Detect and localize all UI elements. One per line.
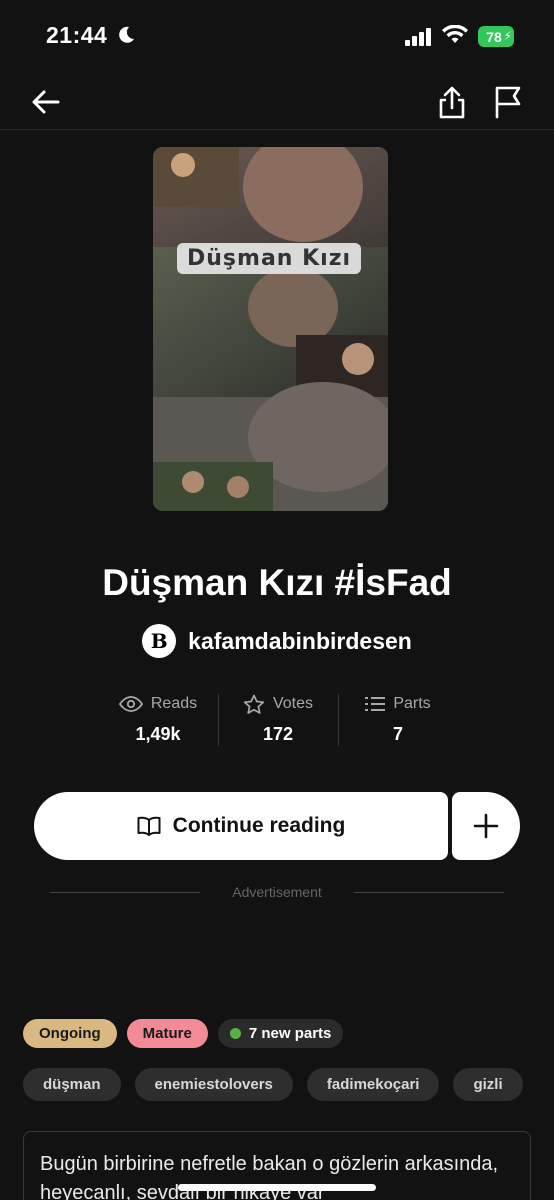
advertisement-divider: Advertisement [50, 884, 505, 900]
author-link[interactable]: B kafamdabinbirdesen [0, 624, 554, 658]
stat-label: Parts [393, 695, 431, 712]
stat-label: Reads [150, 695, 198, 712]
cover-title-text: Düşman Kızı [177, 243, 362, 274]
continue-reading-button[interactable]: Continue reading [34, 792, 448, 860]
story-badges: Ongoing Mature 7 new parts [23, 1019, 344, 1048]
story-title: Düşman Kızı #İsFad [102, 562, 452, 603]
new-parts-label: 7 new parts [248, 1025, 332, 1042]
share-button[interactable] [430, 80, 474, 124]
story-stats: Reads 1,49k Votes 172 Parts 7 [98, 690, 458, 750]
add-to-library-button[interactable] [452, 792, 520, 860]
advertisement-label: Advertisement [232, 884, 322, 900]
stat-value: 1,49k [135, 724, 181, 744]
nav-bar [0, 72, 554, 130]
tag-chip[interactable]: düşman [23, 1068, 121, 1101]
star-icon [243, 694, 265, 714]
tag-chip[interactable]: gizli [453, 1068, 523, 1101]
stat-label: Votes [272, 695, 314, 712]
divider-line [353, 891, 505, 893]
cover-artwork [153, 147, 388, 511]
stat-reads: Reads 1,49k [98, 690, 218, 750]
tag-list: düşman enemiestolovers fadimekoçari gizl… [23, 1068, 554, 1101]
home-indicator [178, 1184, 376, 1191]
tag-chip[interactable]: fadimekoçari [306, 1068, 440, 1101]
continue-reading-label: Continue reading [172, 814, 346, 837]
mature-badge: Mature [126, 1019, 208, 1048]
share-icon [439, 86, 465, 119]
moon-icon [119, 26, 134, 43]
new-parts-badge: 7 new parts [217, 1019, 344, 1048]
status-time: 21:44 [46, 22, 108, 48]
green-dot-icon [229, 1028, 241, 1039]
stat-value: 7 [392, 724, 403, 744]
plus-icon [473, 813, 499, 839]
status-bar: 21:44 78 ⚡ [0, 0, 554, 72]
report-button[interactable] [486, 80, 530, 124]
arrow-left-icon [32, 90, 60, 114]
list-icon [365, 697, 386, 711]
stat-votes: Votes 172 [218, 690, 338, 750]
wifi-icon [442, 25, 468, 43]
charging-bolt-icon: ⚡ [503, 29, 512, 43]
battery-indicator: 78 ⚡ [478, 26, 514, 47]
signal-icon [405, 28, 431, 46]
divider-line [50, 891, 201, 893]
flag-icon [495, 86, 521, 119]
status-badge: Ongoing [23, 1019, 117, 1048]
stat-parts: Parts 7 [338, 690, 458, 750]
eye-icon [118, 696, 143, 712]
stat-value: 172 [262, 724, 294, 744]
author-avatar: B [142, 624, 177, 658]
back-button[interactable] [24, 80, 68, 124]
battery-level: 78 [486, 28, 502, 45]
book-open-icon [137, 816, 161, 836]
author-name: kafamdabinbirdesen [188, 627, 412, 654]
story-cover[interactable]: Düşman Kızı [153, 147, 388, 511]
tag-chip[interactable]: enemiestolovers [134, 1068, 293, 1101]
